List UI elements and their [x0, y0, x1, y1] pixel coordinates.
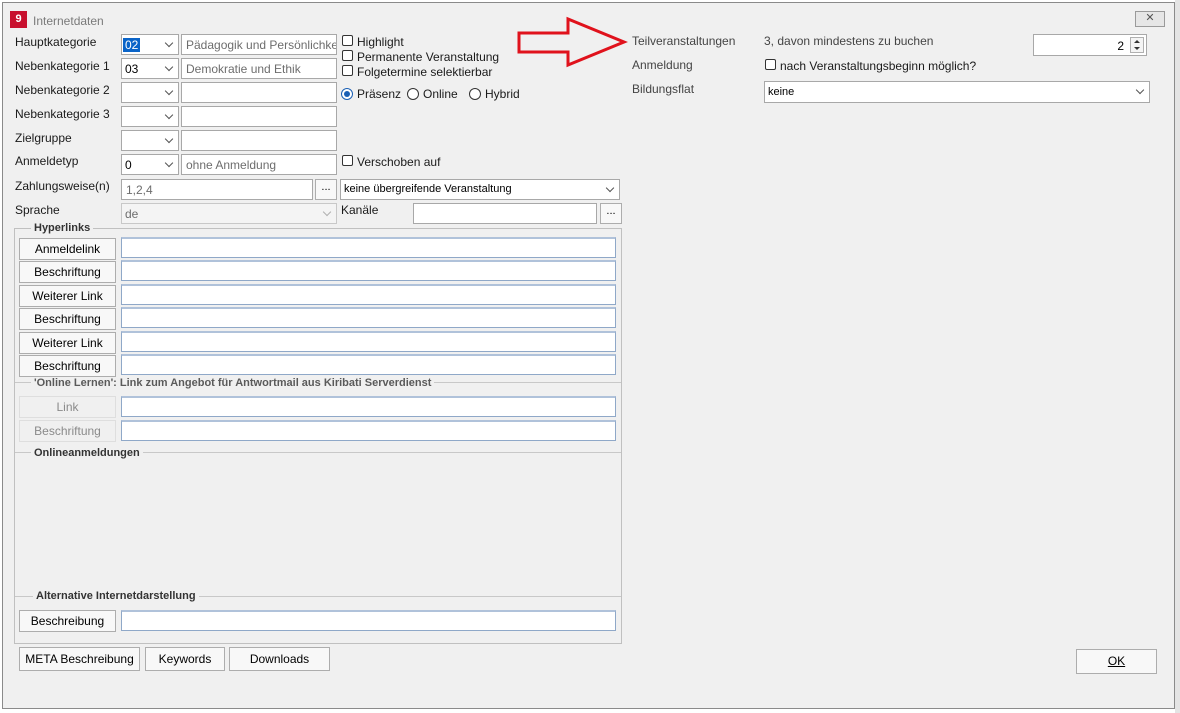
- downloads-button[interactable]: Downloads: [229, 647, 330, 671]
- chevron-down-icon: [161, 83, 178, 102]
- kanaele-browse-button[interactable]: ...: [600, 203, 622, 224]
- weiterer-link-2-button[interactable]: Weiterer Link: [19, 332, 116, 354]
- beschreibung-button[interactable]: Beschreibung: [19, 610, 116, 632]
- beschriftung-1-field[interactable]: [121, 260, 616, 281]
- chevron-down-icon: [161, 155, 178, 174]
- teilveranstaltungen-spinner[interactable]: 2: [1033, 34, 1147, 56]
- nebenkategorie3-label: Nebenkategorie 3: [15, 107, 110, 121]
- anmeldetyp-label: Anmeldetyp: [15, 154, 79, 168]
- online-link-button[interactable]: Link: [19, 396, 116, 418]
- beschriftung-2-button[interactable]: Beschriftung: [19, 308, 116, 330]
- hybrid-radio[interactable]: [469, 88, 481, 100]
- hyperlinks-title: Hyperlinks: [31, 222, 94, 234]
- nebenkategorie3-text-field[interactable]: [181, 106, 337, 127]
- nebenkategorie1-text-field[interactable]: Demokratie und Ethik: [181, 58, 337, 79]
- anmeldelink-field[interactable]: [121, 237, 616, 258]
- online-beschriftung-field[interactable]: [121, 420, 616, 441]
- weiterer-link-1-field[interactable]: [121, 284, 616, 305]
- nebenkategorie2-code-select[interactable]: [121, 82, 179, 103]
- zahlungsweise-browse-button[interactable]: ...: [315, 179, 337, 200]
- beschriftung-3-field[interactable]: [121, 354, 616, 375]
- bildungsflat-select[interactable]: keine: [764, 81, 1150, 103]
- hybrid-label: Hybrid: [485, 87, 520, 101]
- kanaele-label: Kanäle: [341, 203, 379, 217]
- bildungsflat-label: Bildungsflat: [632, 82, 695, 96]
- chevron-down-icon: [161, 131, 178, 150]
- onlineanmeldungen-title: Onlineanmeldungen: [31, 447, 143, 459]
- uebergreifend-value: keine übergreifende Veranstaltung: [344, 183, 512, 195]
- red-arrow-annotation-icon: [517, 16, 628, 68]
- anmeldung-checkbox[interactable]: [765, 59, 776, 70]
- hauptkategorie-code-value: 02: [123, 38, 141, 52]
- online-label: Online: [423, 87, 458, 101]
- zahlungsweise-field[interactable]: 1,2,4: [121, 179, 313, 200]
- sprache-label: Sprache: [15, 203, 60, 217]
- anmeldetyp-code-select[interactable]: 0: [121, 154, 179, 175]
- anmeldelink-button[interactable]: Anmeldelink: [19, 238, 116, 260]
- praesenz-label: Präsenz: [357, 87, 402, 101]
- permanente-checkbox[interactable]: [342, 50, 353, 61]
- weiterer-link-1-button[interactable]: Weiterer Link: [19, 285, 116, 307]
- sprache-value: de: [125, 207, 139, 221]
- zielgruppe-code-select[interactable]: [121, 130, 179, 151]
- window-edge: [1175, 0, 1180, 713]
- alternative-title: Alternative Internetdarstellung: [33, 590, 199, 602]
- close-button[interactable]: ✕: [1135, 11, 1165, 27]
- highlight-label: Highlight: [357, 35, 404, 49]
- chevron-down-icon: [161, 107, 178, 126]
- anmeldetyp-code-value: 0: [125, 158, 132, 172]
- weiterer-link-2-field[interactable]: [121, 331, 616, 352]
- beschriftung-1-button[interactable]: Beschriftung: [19, 261, 116, 283]
- online-radio[interactable]: [407, 88, 419, 100]
- chevron-down-icon: [161, 59, 178, 78]
- chevron-down-icon: [319, 204, 336, 223]
- zahlungsweise-label: Zahlungsweise(n): [15, 179, 110, 193]
- window-title: Internetdaten: [33, 14, 104, 28]
- chevron-down-icon: [1132, 82, 1149, 101]
- chevron-down-icon: [161, 35, 178, 54]
- bildungsflat-value: keine: [768, 86, 795, 98]
- nebenkategorie2-label: Nebenkategorie 2: [15, 83, 110, 97]
- anmeldung-checkbox-label: nach Veranstaltungsbeginn möglich?: [780, 59, 977, 73]
- folgetermine-checkbox[interactable]: [342, 65, 353, 76]
- zielgruppe-label: Zielgruppe: [15, 131, 72, 145]
- kanaele-field[interactable]: [413, 203, 597, 224]
- anmeldung-label: Anmeldung: [632, 58, 693, 72]
- praesenz-radio[interactable]: [341, 88, 353, 100]
- folgetermine-label: Folgetermine selektierbar: [357, 65, 493, 79]
- app-icon: 9: [10, 11, 27, 28]
- nebenkategorie2-text-field[interactable]: [181, 82, 337, 103]
- hauptkategorie-label: Hauptkategorie: [15, 35, 97, 49]
- beschreibung-field[interactable]: [121, 610, 616, 631]
- permanente-label: Permanente Veranstaltung: [357, 50, 500, 64]
- nebenkategorie3-code-select[interactable]: [121, 106, 179, 127]
- meta-beschreibung-button[interactable]: META Beschreibung: [19, 647, 140, 671]
- uebergreifend-select[interactable]: keine übergreifende Veranstaltung: [340, 179, 620, 200]
- verschoben-checkbox[interactable]: [342, 155, 353, 166]
- spinner-value: 2: [1117, 39, 1124, 53]
- sprache-select[interactable]: de: [121, 203, 337, 224]
- teilveranstaltungen-text: 3, davon mindestens zu buchen: [764, 34, 934, 48]
- highlight-checkbox[interactable]: [342, 35, 353, 46]
- online-link-field[interactable]: [121, 396, 616, 417]
- keywords-button[interactable]: Keywords: [145, 647, 225, 671]
- online-lernen-title: 'Online Lernen': Link zum Angebot für An…: [31, 377, 435, 389]
- chevron-down-icon: [602, 180, 619, 199]
- zielgruppe-text-field[interactable]: [181, 130, 337, 151]
- teilveranstaltungen-label: Teilveranstaltungen: [632, 34, 736, 48]
- beschriftung-3-button[interactable]: Beschriftung: [19, 355, 116, 377]
- nebenkategorie1-code-select[interactable]: 03: [121, 58, 179, 79]
- hauptkategorie-code-select[interactable]: 02: [121, 34, 179, 55]
- verschoben-label: Verschoben auf: [357, 155, 441, 169]
- ok-button[interactable]: OK: [1076, 649, 1157, 674]
- nebenkategorie1-code-value: 03: [125, 62, 139, 76]
- beschriftung-2-field[interactable]: [121, 307, 616, 328]
- hauptkategorie-text-field[interactable]: Pädagogik und Persönlichkeit: [181, 34, 337, 55]
- online-beschriftung-button[interactable]: Beschriftung: [19, 420, 116, 442]
- nebenkategorie1-label: Nebenkategorie 1: [15, 59, 110, 73]
- anmeldetyp-text-field[interactable]: ohne Anmeldung: [181, 154, 337, 175]
- spinner-arrows-icon[interactable]: [1130, 37, 1144, 53]
